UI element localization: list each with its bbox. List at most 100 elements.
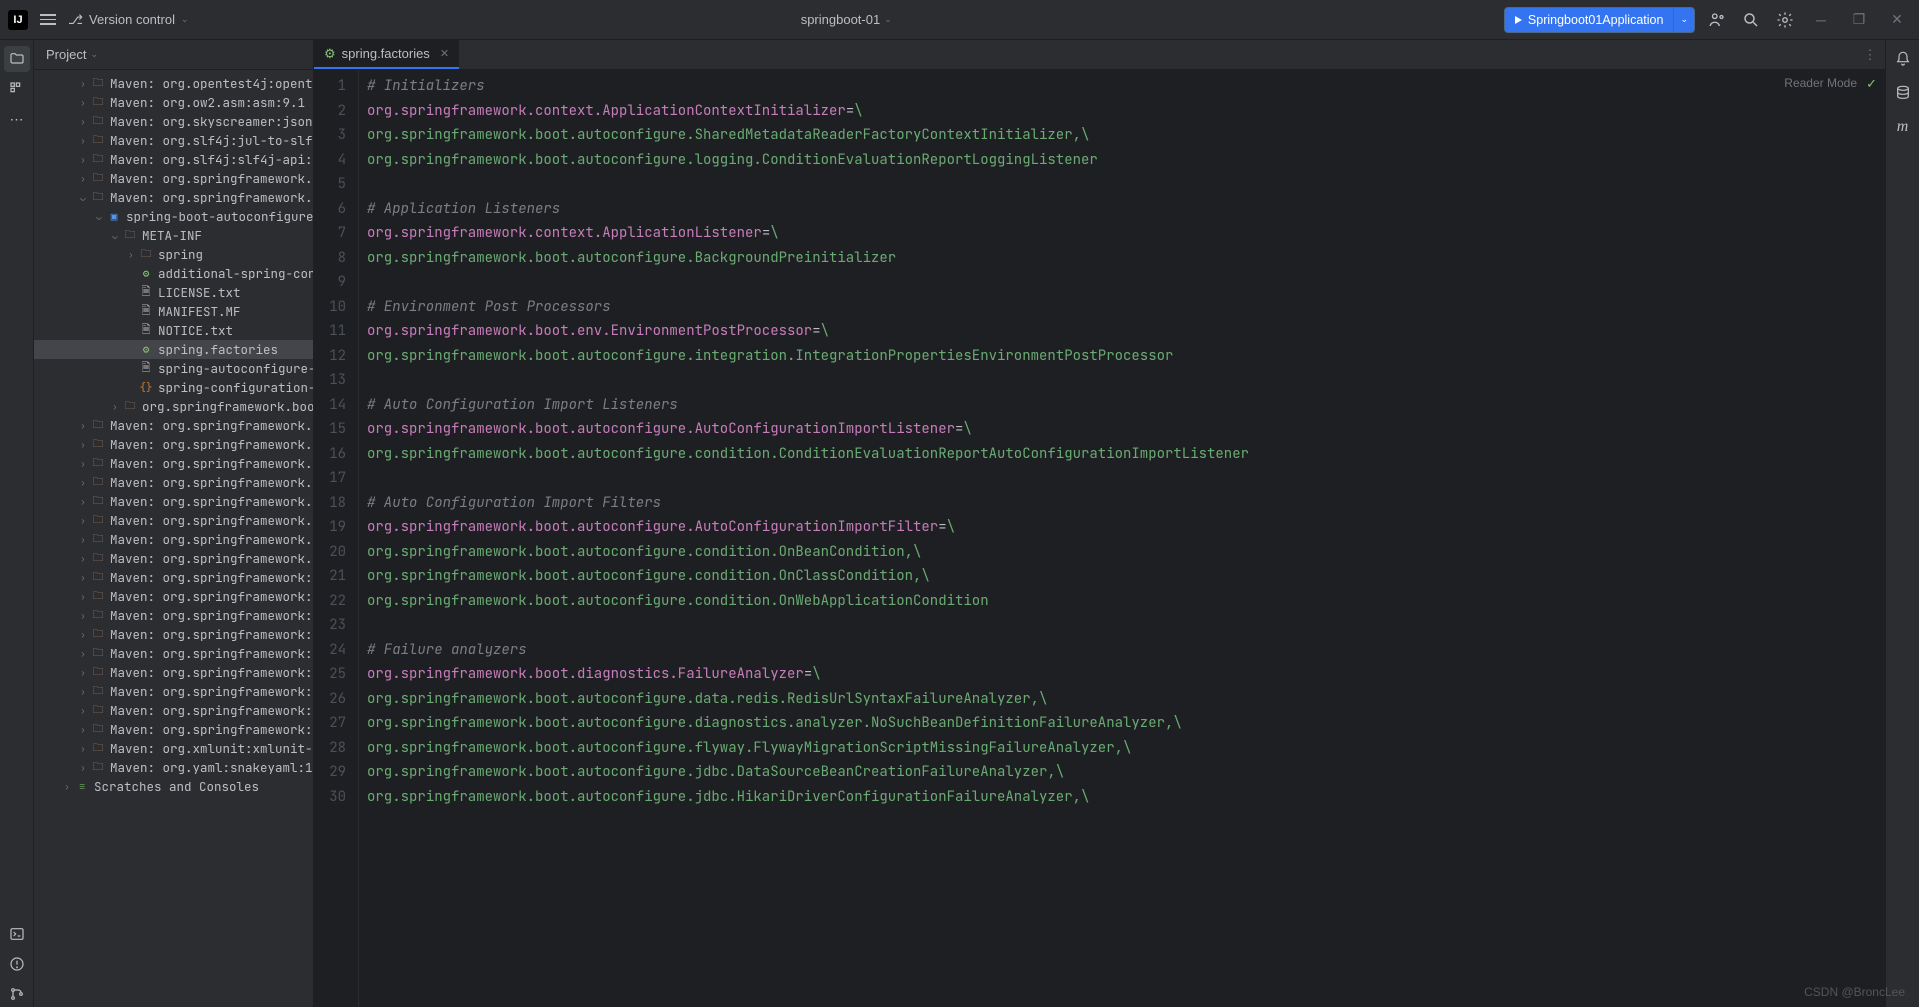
- code-line[interactable]: org.springframework.boot.diagnostics.Fai…: [367, 662, 1885, 687]
- code-line[interactable]: org.springframework.boot.autoconfigure.A…: [367, 515, 1885, 540]
- code-line[interactable]: org.springframework.context.ApplicationC…: [367, 99, 1885, 124]
- tree-item[interactable]: ›🗀Maven: org.springframework.boot:spring…: [34, 416, 313, 435]
- code-line[interactable]: org.springframework.context.ApplicationL…: [367, 221, 1885, 246]
- code-line[interactable]: org.springframework.boot.autoconfigure.d…: [367, 711, 1885, 736]
- tree-item[interactable]: ⌄🗀Maven: org.springframework.boot:spring…: [34, 188, 313, 207]
- tree-item[interactable]: ›🗀Maven: org.springframework.boot:spring…: [34, 492, 313, 511]
- close-button[interactable]: ✕: [1883, 6, 1911, 34]
- code-line[interactable]: org.springframework.boot.autoconfigure.c…: [367, 589, 1885, 614]
- code-line[interactable]: org.springframework.boot.autoconfigure.c…: [367, 442, 1885, 467]
- tree-item[interactable]: ›🗀Maven: org.xmlunit:xmlunit-core:2.9.0: [34, 739, 313, 758]
- code-line[interactable]: # Environment Post Processors: [367, 295, 1885, 320]
- code-line[interactable]: org.springframework.boot.autoconfigure.A…: [367, 417, 1885, 442]
- tree-item[interactable]: ›🗀Maven: org.ow2.asm:asm:9.1: [34, 93, 313, 112]
- version-control-dropdown[interactable]: ⎇ Version control ⌄: [68, 12, 189, 28]
- code-line[interactable]: org.springframework.boot.autoconfigure.B…: [367, 246, 1885, 271]
- project-tree[interactable]: ›🗀Maven: org.opentest4j:opentest4j:1.2.0…: [34, 70, 313, 1007]
- code-line[interactable]: org.springframework.boot.autoconfigure.i…: [367, 344, 1885, 369]
- code-line[interactable]: org.springframework.boot.autoconfigure.c…: [367, 564, 1885, 589]
- minimize-button[interactable]: ─: [1807, 6, 1835, 34]
- tree-item[interactable]: ⚙additional-spring-configuration-: [34, 264, 313, 283]
- tree-item[interactable]: ›🗀spring: [34, 245, 313, 264]
- tab-menu-icon[interactable]: ⋮: [1855, 40, 1885, 69]
- structure-tool-icon[interactable]: [4, 76, 30, 102]
- project-selector[interactable]: springboot-01 ⌄: [189, 12, 1504, 27]
- tree-item[interactable]: ›🗀Maven: org.slf4j:jul-to-slf4j:1.7.36: [34, 131, 313, 150]
- tree-item[interactable]: ⌄🗀META-INF: [34, 226, 313, 245]
- code-line[interactable]: [367, 172, 1885, 197]
- tree-item[interactable]: 🗎LICENSE.txt: [34, 283, 313, 302]
- tree-item[interactable]: ›🗀Maven: org.skyscreamer:jsonassert:1.5.…: [34, 112, 313, 131]
- code-line[interactable]: # Auto Configuration Import Filters: [367, 491, 1885, 516]
- tree-item[interactable]: ›🗀Maven: org.springframework:spring-test…: [34, 682, 313, 701]
- run-config-dropdown[interactable]: ⌄: [1673, 8, 1694, 32]
- tree-item[interactable]: ›🗀Maven: org.springframework:spring-core…: [34, 625, 313, 644]
- code-line[interactable]: org.springframework.boot.env.Environment…: [367, 319, 1885, 344]
- tree-item[interactable]: ⚙spring.factories: [34, 340, 313, 359]
- tree-item[interactable]: ›🗀Maven: org.springframework:spring-aop:…: [34, 568, 313, 587]
- tree-item[interactable]: ›🗀Maven: org.springframework.boot:spring…: [34, 549, 313, 568]
- code-line[interactable]: [367, 270, 1885, 295]
- tree-item[interactable]: 🗎MANIFEST.MF: [34, 302, 313, 321]
- code-line[interactable]: org.springframework.boot.autoconfigure.l…: [367, 148, 1885, 173]
- tree-item[interactable]: ›🗀org.springframework.boot.autoconfig: [34, 397, 313, 416]
- code-line[interactable]: # Failure analyzers: [367, 638, 1885, 663]
- tree-item[interactable]: 🗎spring-autoconfigure-metadata.pr: [34, 359, 313, 378]
- tree-item[interactable]: ›🗀Maven: org.springframework.boot:spring…: [34, 511, 313, 530]
- tree-item[interactable]: ›🗀Maven: org.springframework:spring-expr…: [34, 644, 313, 663]
- tree-item[interactable]: ›🗀Maven: org.springframework.boot:spring…: [34, 530, 313, 549]
- git-tool-icon[interactable]: [4, 981, 30, 1007]
- code-line[interactable]: # Application Listeners: [367, 197, 1885, 222]
- tree-item[interactable]: ›🗀Maven: org.springframework.boot:spring…: [34, 435, 313, 454]
- code-line[interactable]: [367, 368, 1885, 393]
- terminal-tool-icon[interactable]: [4, 921, 30, 947]
- code-line[interactable]: org.springframework.boot.autoconfigure.d…: [367, 687, 1885, 712]
- right-tool-rail: m: [1885, 40, 1919, 1007]
- close-icon[interactable]: ✕: [440, 47, 449, 60]
- settings-icon[interactable]: [1773, 8, 1797, 32]
- code-line[interactable]: org.springframework.boot.autoconfigure.c…: [367, 540, 1885, 565]
- code-line[interactable]: org.springframework.boot.autoconfigure.f…: [367, 736, 1885, 761]
- code-editor[interactable]: # Initializersorg.springframework.contex…: [359, 70, 1885, 1007]
- tree-item[interactable]: {}spring-configuration-metadata.js: [34, 378, 313, 397]
- main-menu-button[interactable]: [40, 14, 56, 25]
- tree-item[interactable]: ›🗀Maven: org.yaml:snakeyaml:1.30: [34, 758, 313, 777]
- tree-item[interactable]: ›🗀Maven: org.springframework:spring-webm…: [34, 720, 313, 739]
- left-tool-rail: ⋯: [0, 40, 34, 1007]
- sidebar-header[interactable]: Project ⌄: [34, 40, 313, 70]
- code-line[interactable]: # Initializers: [367, 74, 1885, 99]
- tree-item[interactable]: ›≡Scratches and Consoles: [34, 777, 313, 796]
- tree-item[interactable]: ›🗀Maven: org.opentest4j:opentest4j:1.2.0: [34, 74, 313, 93]
- code-with-me-icon[interactable]: [1705, 8, 1729, 32]
- search-icon[interactable]: [1739, 8, 1763, 32]
- database-icon[interactable]: [1890, 80, 1916, 106]
- check-icon[interactable]: ✓: [1866, 76, 1877, 92]
- run-config-button[interactable]: Springboot01Application ⌄: [1504, 7, 1695, 33]
- code-line[interactable]: org.springframework.boot.autoconfigure.S…: [367, 123, 1885, 148]
- tree-item[interactable]: ⌄▣spring-boot-autoconfigure-2.7.3.jar l: [34, 207, 313, 226]
- project-tool-icon[interactable]: [4, 46, 30, 72]
- more-tool-icon[interactable]: ⋯: [4, 106, 30, 132]
- reader-mode-label[interactable]: Reader Mode: [1784, 76, 1857, 90]
- tree-item[interactable]: ›🗀Maven: org.springframework:spring-web:…: [34, 701, 313, 720]
- notifications-icon[interactable]: [1890, 46, 1916, 72]
- code-line[interactable]: [367, 613, 1885, 638]
- tree-item[interactable]: ›🗀Maven: org.springframework.boot:spring…: [34, 454, 313, 473]
- tab-spring-factories[interactable]: ⚙ spring.factories ✕: [314, 40, 459, 69]
- tree-label: Maven: org.springframework.boot:spring-b…: [110, 170, 313, 187]
- tree-item[interactable]: ›🗀Maven: org.springframework:spring-jcl:…: [34, 663, 313, 682]
- code-line[interactable]: # Auto Configuration Import Listeners: [367, 393, 1885, 418]
- tree-item[interactable]: 🗎NOTICE.txt: [34, 321, 313, 340]
- code-line[interactable]: org.springframework.boot.autoconfigure.j…: [367, 785, 1885, 810]
- code-line[interactable]: [367, 466, 1885, 491]
- chevron-down-icon: ⌄: [181, 14, 189, 25]
- code-line[interactable]: org.springframework.boot.autoconfigure.j…: [367, 760, 1885, 785]
- problems-tool-icon[interactable]: [4, 951, 30, 977]
- tree-item[interactable]: ›🗀Maven: org.springframework:spring-cont…: [34, 606, 313, 625]
- tree-item[interactable]: ›🗀Maven: org.slf4j:slf4j-api:1.7.36: [34, 150, 313, 169]
- tree-item[interactable]: ›🗀Maven: org.springframework:spring-bean…: [34, 587, 313, 606]
- maximize-button[interactable]: ❐: [1845, 6, 1873, 34]
- tree-item[interactable]: ›🗀Maven: org.springframework.boot:spring…: [34, 169, 313, 188]
- tree-item[interactable]: ›🗀Maven: org.springframework.boot:spring…: [34, 473, 313, 492]
- maven-icon[interactable]: m: [1890, 114, 1916, 140]
